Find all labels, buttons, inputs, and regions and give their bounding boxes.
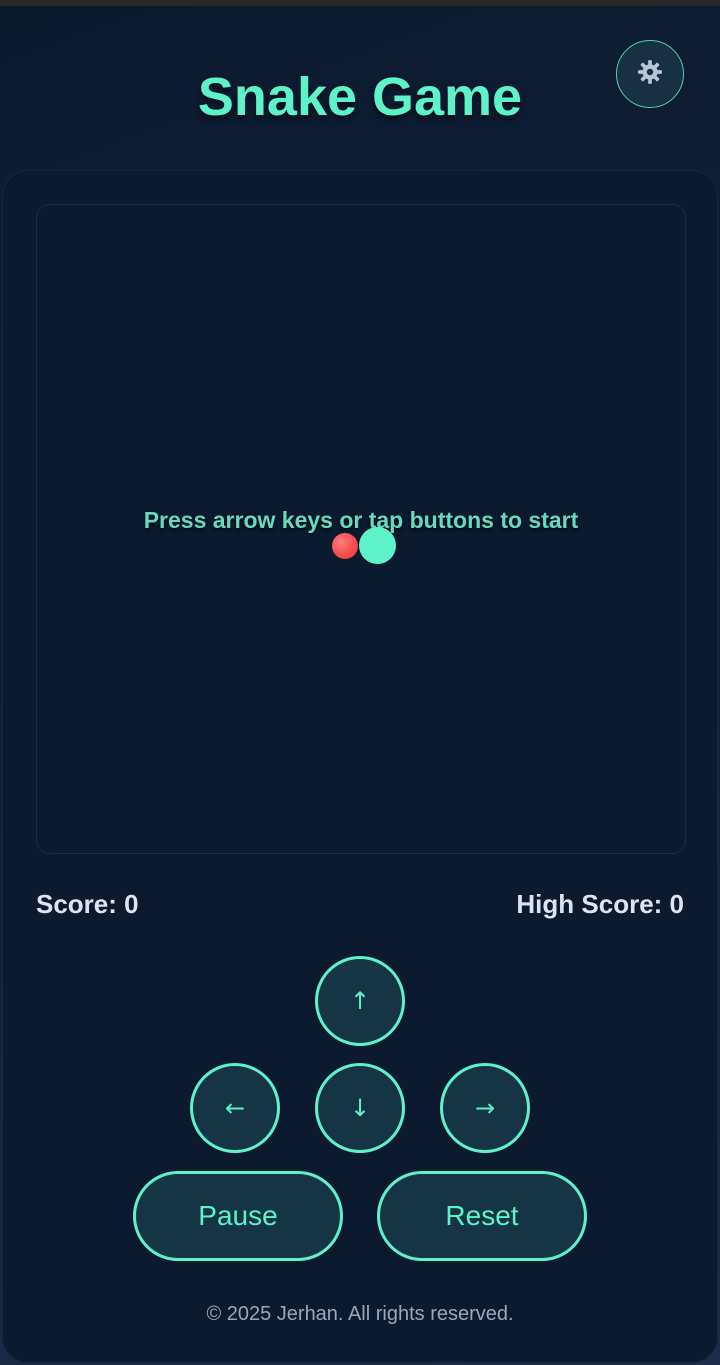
- page-title: Snake Game: [197, 67, 523, 127]
- reset-button-label: Reset: [445, 1200, 519, 1231]
- arrow-right-icon: →: [474, 1094, 496, 1122]
- left-button[interactable]: ←: [190, 1063, 280, 1153]
- arrow-up-icon: ↑: [349, 987, 371, 1015]
- gear-icon: [637, 59, 663, 90]
- snake-head: [359, 527, 396, 564]
- down-button[interactable]: ↓: [315, 1063, 405, 1153]
- start-message: Press arrow keys or tap buttons to start: [143, 507, 579, 533]
- right-button[interactable]: →: [440, 1063, 530, 1153]
- up-button[interactable]: ↑: [315, 956, 405, 1046]
- game-board[interactable]: Press arrow keys or tap buttons to start: [36, 204, 686, 854]
- top-status-strip: [0, 0, 720, 6]
- score-display: Score: 0: [36, 889, 139, 919]
- arrow-left-icon: ←: [224, 1094, 246, 1122]
- arrow-down-icon: ↓: [349, 1094, 371, 1122]
- pause-button[interactable]: Pause: [133, 1171, 343, 1261]
- footer-copyright: © 2025 Jerhan. All rights reserved.: [206, 1303, 514, 1325]
- settings-button[interactable]: [616, 40, 684, 108]
- high-score-display: High Score: 0: [516, 889, 684, 919]
- food-dot: [332, 533, 358, 559]
- pause-button-label: Pause: [198, 1200, 278, 1231]
- reset-button[interactable]: Reset: [377, 1171, 587, 1261]
